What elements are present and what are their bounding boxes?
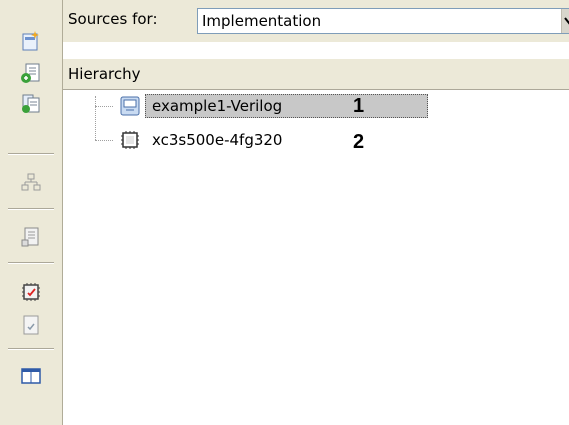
toolbar-separator [8,208,54,210]
open-document-icon[interactable] [20,226,42,248]
chevron-down-icon[interactable] [561,9,569,33]
sources-for-value: Implementation [202,12,322,30]
sources-for-dropdown[interactable]: Implementation [197,8,569,34]
node-label: example1-Verilog [152,97,283,115]
edit-document-icon[interactable] [20,314,42,336]
group-icon[interactable] [20,172,42,194]
add-copy-source-icon[interactable] [20,92,42,114]
toolbar-separator [8,348,54,350]
node-label: xc3s500e-4fg320 [152,131,283,149]
sources-bar: Sources for: Implementation [63,0,569,42]
toolbar-separator [8,262,54,264]
sources-toolbar [0,0,63,425]
window-layout-icon[interactable] [20,365,42,387]
chip-icon[interactable] [20,281,42,303]
hierarchy-header: Hierarchy [63,58,569,90]
add-source-icon[interactable] [20,62,42,84]
toolbar-separator [8,153,54,155]
tree-node-example1-verilog[interactable]: example1-Verilog 1 [63,94,569,120]
hierarchy-title: Hierarchy [68,65,141,83]
sources-for-label: Sources for: [68,10,158,28]
tree-node-xc3s500e-4fg320[interactable]: xc3s500e-4fg320 2 [63,128,569,154]
node-number-marker: 1 [353,95,365,117]
node-number-marker: 2 [353,131,365,153]
fpga-device-icon [120,130,140,150]
project-icon [120,96,140,116]
sources-pane: Sources for: Implementation Hierarchy ex… [63,0,569,425]
new-source-icon[interactable] [20,30,42,52]
